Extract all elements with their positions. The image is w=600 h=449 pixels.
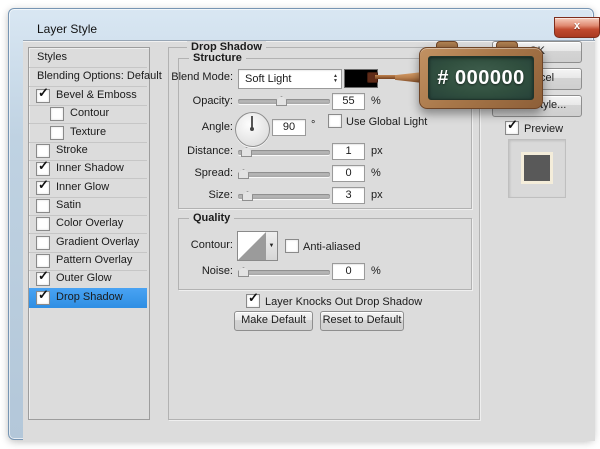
pointer-shaft-icon	[375, 75, 397, 79]
layer-knocks-out-checkbox[interactable]: ✓	[246, 294, 260, 308]
check-icon: ✓	[38, 269, 49, 282]
sidebar-item-label: Pattern Overlay	[56, 251, 132, 270]
blend-mode-value: Soft Light	[245, 70, 291, 88]
sidebar-item-label: Satin	[56, 196, 81, 215]
inner-shadow-checkbox[interactable]: ✓	[36, 162, 50, 176]
distance-input[interactable]: 1	[332, 143, 365, 160]
sidebar-item-label: Contour	[70, 104, 109, 123]
bevel-emboss-checkbox[interactable]: ✓	[36, 89, 50, 103]
sidebar-item-drop-shadow-selected[interactable]: ✓ Drop Shadow	[29, 288, 147, 308]
check-icon: ✓	[248, 291, 259, 304]
sidebar-item-label: Bevel & Emboss	[56, 86, 137, 105]
close-icon: x	[574, 20, 580, 32]
sidebar-item-label: Inner Glow	[56, 178, 109, 197]
angle-dial[interactable]	[235, 112, 270, 147]
sidebar-item-label: Drop Shadow	[56, 288, 123, 307]
spread-input[interactable]: 0	[332, 165, 365, 182]
sidebar-item-bevel-emboss[interactable]: ✓ Bevel & Emboss	[29, 86, 147, 106]
window-title: Layer Style	[37, 22, 97, 36]
hex-color-callout: # 000000	[437, 67, 524, 89]
sidebar-item-inner-shadow[interactable]: ✓ Inner Shadow	[29, 159, 147, 179]
sidebar-item-color-overlay[interactable]: Color Overlay	[29, 214, 147, 234]
blend-mode-select[interactable]: Soft Light ▲▼	[238, 69, 342, 89]
distance-unit: px	[371, 145, 383, 157]
opacity-input[interactable]: 55	[332, 93, 365, 110]
sidebar-item-label: Gradient Overlay	[56, 233, 139, 252]
blend-mode-label: Blend Mode:	[140, 71, 233, 83]
check-icon: ✓	[38, 159, 49, 172]
angle-hub	[250, 127, 254, 131]
styles-header-label: Styles	[37, 48, 67, 67]
sidebar-item-label: Stroke	[56, 141, 88, 160]
contour-dropdown-icon[interactable]: ▼	[266, 231, 278, 261]
style-preview-thumbnail	[508, 139, 566, 198]
noise-label: Noise:	[140, 265, 233, 277]
sidebar-item-contour[interactable]: Contour	[29, 104, 147, 124]
distance-label: Distance:	[140, 145, 233, 157]
styles-header[interactable]: Styles	[29, 48, 147, 68]
spread-slider[interactable]	[238, 172, 330, 177]
check-icon: ✓	[38, 288, 49, 301]
spread-label: Spread:	[140, 167, 233, 179]
size-input[interactable]: 3	[332, 187, 365, 204]
satin-checkbox[interactable]	[36, 199, 50, 213]
size-label: Size:	[140, 189, 233, 201]
structure-group-label: Structure	[189, 52, 246, 64]
make-default-button[interactable]: Make Default	[234, 311, 313, 331]
check-icon: ✓	[507, 118, 518, 131]
outer-glow-checkbox[interactable]: ✓	[36, 272, 50, 286]
angle-label: Angle:	[140, 121, 233, 133]
check-icon: ✓	[38, 86, 49, 99]
screenshot-root: Layer Style x Styles Blending Options: D…	[0, 0, 600, 449]
sidebar-item-texture[interactable]: Texture	[29, 123, 147, 143]
sidebar-item-outer-glow[interactable]: ✓ Outer Glow	[29, 269, 147, 289]
contour-label: Contour:	[140, 239, 233, 251]
drop-shadow-checkbox[interactable]: ✓	[36, 291, 50, 305]
sidebar-item-label: Inner Shadow	[56, 159, 124, 178]
contour-checkbox[interactable]	[50, 107, 64, 121]
sidebar-item-inner-glow[interactable]: ✓ Inner Glow	[29, 178, 147, 198]
sidebar-item-label: Texture	[70, 123, 106, 142]
preview-canvas	[521, 152, 553, 184]
chalkboard-frame: # 000000	[419, 47, 543, 109]
sidebar-item-label: Outer Glow	[56, 269, 112, 288]
anti-aliased-checkbox[interactable]	[285, 239, 299, 253]
noise-unit: %	[371, 265, 381, 277]
opacity-label: Opacity:	[140, 95, 233, 107]
angle-input[interactable]: 90	[272, 119, 306, 136]
preview-layer-square	[524, 155, 550, 181]
pattern-overlay-checkbox[interactable]	[36, 254, 50, 268]
texture-checkbox[interactable]	[50, 126, 64, 140]
quality-group: Quality	[178, 218, 472, 290]
check-icon: ✓	[38, 178, 49, 191]
chalkboard: # 000000	[428, 56, 534, 100]
sidebar-item-satin[interactable]: Satin	[29, 196, 147, 216]
contour-picker[interactable]	[237, 231, 267, 261]
sidebar-item-label: Color Overlay	[56, 214, 123, 233]
preview-label: Preview	[524, 123, 563, 135]
reset-to-default-button[interactable]: Reset to Default	[320, 311, 404, 331]
styles-list: Styles Blending Options: Default ✓ Bevel…	[28, 47, 150, 420]
anti-aliased-label: Anti-aliased	[303, 241, 360, 253]
noise-input[interactable]: 0	[332, 263, 365, 280]
opacity-unit: %	[371, 95, 381, 107]
gradient-overlay-checkbox[interactable]	[36, 236, 50, 250]
preview-checkbox[interactable]: ✓	[505, 121, 519, 135]
sidebar-item-gradient-overlay[interactable]: Gradient Overlay	[29, 233, 147, 253]
combo-arrows-icon: ▲▼	[333, 70, 338, 88]
angle-unit: °	[311, 119, 315, 131]
close-button[interactable]: x	[554, 17, 600, 38]
sidebar-item-blending-options[interactable]: Blending Options: Default	[29, 67, 147, 87]
stroke-checkbox[interactable]	[36, 144, 50, 158]
use-global-light-checkbox[interactable]	[328, 114, 342, 128]
quality-group-label: Quality	[189, 212, 234, 224]
inner-glow-checkbox[interactable]: ✓	[36, 181, 50, 195]
layer-knocks-out-label: Layer Knocks Out Drop Shadow	[265, 296, 422, 308]
noise-slider[interactable]	[238, 270, 330, 275]
use-global-light-label: Use Global Light	[346, 116, 427, 128]
color-overlay-checkbox[interactable]	[36, 217, 50, 231]
spread-unit: %	[371, 167, 381, 179]
size-unit: px	[371, 189, 383, 201]
